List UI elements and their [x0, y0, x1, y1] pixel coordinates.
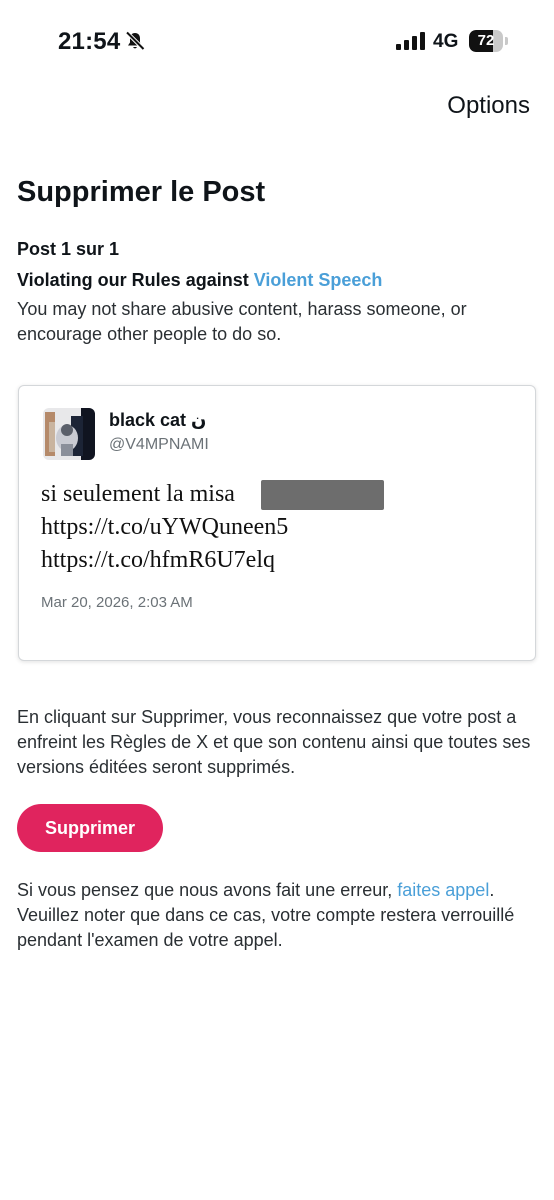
- redaction-box: [261, 480, 384, 510]
- author-handle: @V4MPNAMI: [109, 436, 209, 453]
- page-title: Supprimer le Post: [17, 176, 266, 208]
- status-time: 21:54: [58, 28, 121, 55]
- post-card: black cat ن @V4MPNAMI si seulement la mi…: [18, 385, 536, 661]
- post-date: Mar 20, 2026, 2:03 AM: [41, 594, 193, 611]
- battery-icon: 72: [469, 30, 509, 52]
- delete-button[interactable]: Supprimer: [17, 804, 163, 852]
- post-link-2: https://t.co/hfmR6U7elq: [41, 547, 275, 573]
- violation-heading: Violating our Rules against Violent Spee…: [17, 270, 382, 291]
- author-name: black cat ن: [109, 410, 207, 430]
- violation-description: You may not share abusive content, haras…: [17, 299, 467, 344]
- appeal-notice: Si vous pensez que nous avons fait une e…: [17, 878, 537, 953]
- network-type: 4G: [433, 31, 459, 52]
- bell-muted-icon: [125, 31, 145, 51]
- deletion-notice: En cliquant sur Supprimer, vous reconnai…: [17, 707, 531, 777]
- delete-post-screen: 21:54 4G 72 Options Supprimer le Post Po…: [0, 0, 554, 1200]
- appeal-link[interactable]: faites appel: [397, 880, 489, 900]
- appeal-prefix: Si vous pensez que nous avons fait une e…: [17, 880, 398, 900]
- violent-speech-link[interactable]: Violent Speech: [254, 270, 383, 290]
- violation-prefix: Violating our Rules against: [17, 270, 254, 290]
- options-button[interactable]: Options: [447, 92, 530, 120]
- cellular-signal-icon: [396, 32, 425, 50]
- post-counter: Post 1 sur 1: [17, 239, 120, 259]
- battery-level: 72: [477, 32, 495, 49]
- status-bar: 21:54 4G 72: [0, 0, 554, 86]
- post-link-1: https://t.co/uYWQuneen5: [41, 514, 289, 540]
- avatar: [43, 408, 95, 460]
